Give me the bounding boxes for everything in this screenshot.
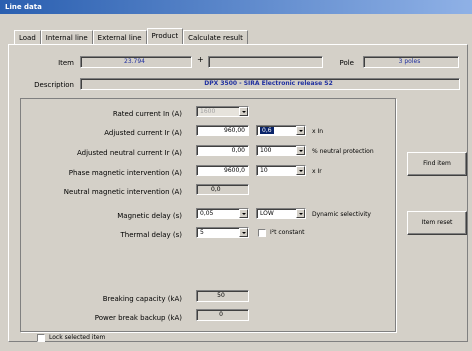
adjusted-neutral-label: Adjusted neutral current Ir (A) bbox=[76, 149, 182, 157]
magnetic-delay-mode-select[interactable]: LOW bbox=[256, 208, 306, 219]
thermal-delay-select[interactable]: 5 bbox=[196, 227, 249, 238]
i2t-constant-checkbox[interactable] bbox=[258, 229, 266, 237]
chevron-down-icon bbox=[296, 146, 305, 155]
thermal-delay-value: 5 bbox=[200, 229, 204, 236]
breaking-capacity-field[interactable]: 50 bbox=[196, 290, 249, 302]
chevron-down-icon bbox=[239, 107, 248, 116]
find-item-button[interactable]: Find item bbox=[407, 152, 467, 176]
pole-label: Pole bbox=[339, 59, 354, 67]
phase-magnetic-label: Phase magnetic intervention (A) bbox=[68, 169, 182, 177]
window-title: Line data bbox=[0, 0, 472, 14]
tab-external-line[interactable]: External line bbox=[92, 30, 147, 44]
plus-sign: + bbox=[197, 55, 204, 64]
description-field[interactable]: DPX 3500 - SIRA Electronic release S2 bbox=[80, 78, 460, 90]
lock-selected-item-label: Lock selected item bbox=[49, 334, 106, 341]
neutral-magnetic-label: Neutral magnetic intervention (A) bbox=[63, 188, 182, 196]
chevron-down-icon bbox=[296, 126, 305, 135]
tab-product[interactable]: Product bbox=[146, 28, 184, 44]
tab-calculate-result[interactable]: Calculate result bbox=[183, 30, 248, 44]
chevron-down-icon bbox=[239, 209, 248, 218]
dynamic-selectivity-label: Dynamic selectivity bbox=[312, 211, 371, 218]
i2t-constant-label: I²t constant bbox=[270, 229, 305, 236]
adjusted-current-field[interactable]: 960,00 bbox=[196, 125, 249, 136]
adjusted-current-factor-value: 0,6 bbox=[260, 127, 274, 134]
phase-magnetic-factor-value: 10 bbox=[260, 167, 268, 174]
neutral-magnetic-field[interactable]: 0,0 bbox=[196, 184, 249, 195]
adjusted-neutral-field[interactable]: 0,00 bbox=[196, 145, 249, 156]
rated-current-value: 1600 bbox=[200, 108, 216, 115]
rated-current-select[interactable]: 1600 bbox=[196, 106, 249, 117]
phase-magnetic-unit: x Ir bbox=[312, 168, 322, 175]
adjusted-neutral-factor-select[interactable]: 100 bbox=[256, 145, 306, 156]
thermal-delay-label: Thermal delay (s) bbox=[120, 231, 182, 239]
pole-field[interactable]: 3 poles bbox=[363, 56, 459, 68]
tab-load[interactable]: Load bbox=[14, 30, 41, 44]
tab-internal-line[interactable]: Internal line bbox=[40, 30, 93, 44]
magnetic-delay-mode-value: LOW bbox=[260, 210, 274, 217]
magnetic-delay-value: 0,05 bbox=[200, 210, 214, 217]
description-label: Description bbox=[34, 81, 74, 89]
adjusted-neutral-unit: % neutral protection bbox=[312, 148, 374, 155]
item-code-field[interactable]: 23.794 bbox=[80, 56, 192, 68]
item-reset-button[interactable]: Item reset bbox=[407, 211, 467, 235]
item-label: Item bbox=[58, 59, 74, 67]
chevron-down-icon bbox=[296, 209, 305, 218]
adjusted-current-label: Adjusted current Ir (A) bbox=[104, 129, 182, 137]
breaking-capacity-label: Breaking capacity (kA) bbox=[102, 295, 182, 303]
power-break-backup-field[interactable]: 0 bbox=[196, 309, 249, 321]
adjusted-neutral-factor-value: 100 bbox=[260, 147, 272, 154]
chevron-down-icon bbox=[239, 228, 248, 237]
phase-magnetic-field[interactable]: 9600,0 bbox=[196, 165, 249, 176]
rated-current-label: Rated current In (A) bbox=[112, 110, 182, 118]
magnetic-delay-label: Magnetic delay (s) bbox=[117, 212, 182, 220]
chevron-down-icon bbox=[296, 166, 305, 175]
tab-strip: Load Internal line External line Product… bbox=[14, 28, 248, 44]
power-break-backup-label: Power break backup (kA) bbox=[94, 314, 182, 322]
magnetic-delay-select[interactable]: 0,05 bbox=[196, 208, 249, 219]
phase-magnetic-factor-select[interactable]: 10 bbox=[256, 165, 306, 176]
lock-selected-item-checkbox[interactable] bbox=[37, 334, 45, 342]
adjusted-current-unit: x In bbox=[312, 128, 324, 135]
item-extension-field[interactable] bbox=[208, 56, 323, 68]
adjusted-current-factor-select[interactable]: 0,6 bbox=[256, 125, 306, 136]
